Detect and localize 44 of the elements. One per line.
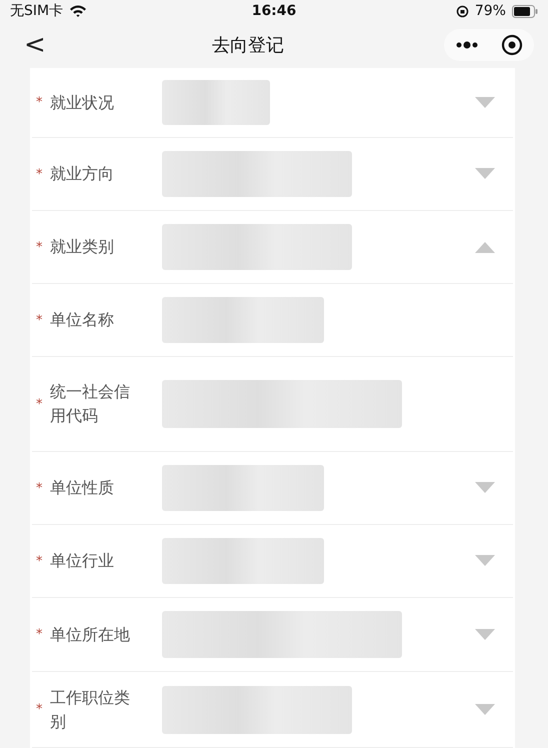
field-label: 单位行业 bbox=[50, 550, 115, 572]
caret-down-icon[interactable] bbox=[475, 555, 495, 567]
required-mark: * bbox=[36, 627, 44, 642]
required-mark: * bbox=[36, 480, 44, 496]
caret-down-icon[interactable] bbox=[475, 96, 495, 108]
required-mark: * bbox=[36, 166, 44, 182]
field-label: 单位名称 bbox=[50, 309, 115, 331]
blurred-value[interactable] bbox=[162, 538, 324, 584]
required-mark: * bbox=[36, 702, 44, 717]
close-icon[interactable] bbox=[500, 34, 523, 56]
field-label: 单位性质 bbox=[50, 477, 115, 499]
field-label: 统一社会信用代码 bbox=[50, 381, 131, 427]
field-label: 就业类别 bbox=[50, 236, 115, 258]
page-title: 去向登记 bbox=[212, 34, 284, 57]
blurred-value[interactable] bbox=[162, 80, 270, 125]
rotation-lock-icon bbox=[456, 4, 469, 18]
caret-down-icon[interactable] bbox=[475, 168, 495, 180]
caret-up-icon[interactable] bbox=[475, 241, 495, 253]
field-label: 单位所在地 bbox=[50, 624, 131, 646]
required-mark: * bbox=[36, 95, 44, 110]
blurred-value[interactable] bbox=[162, 380, 402, 428]
required-mark: * bbox=[36, 312, 44, 328]
required-mark: * bbox=[36, 396, 44, 412]
blurred-value[interactable] bbox=[162, 224, 352, 270]
blurred-value[interactable] bbox=[162, 150, 352, 198]
caret-down-icon[interactable] bbox=[475, 704, 495, 716]
field-label: 工作职位类别 bbox=[50, 686, 131, 732]
more-icon[interactable] bbox=[454, 41, 479, 49]
wifi-icon bbox=[69, 4, 88, 18]
clock-time: 16:46 bbox=[252, 3, 296, 19]
back-button[interactable]: < bbox=[18, 32, 52, 58]
required-mark: * bbox=[36, 554, 44, 568]
field-label: 就业方向 bbox=[50, 163, 115, 185]
blurred-value[interactable] bbox=[162, 611, 402, 658]
carrier-text: 无SIM卡 bbox=[10, 2, 64, 20]
blurred-value[interactable] bbox=[162, 296, 324, 344]
battery-icon bbox=[512, 4, 538, 18]
required-mark: * bbox=[36, 240, 44, 254]
caret-down-icon[interactable] bbox=[475, 482, 495, 494]
blurred-value[interactable] bbox=[162, 686, 352, 734]
field-label: 就业状况 bbox=[50, 92, 115, 114]
blurred-value[interactable] bbox=[162, 464, 324, 512]
caret-down-icon[interactable] bbox=[475, 628, 495, 640]
battery-percent: 79% bbox=[474, 3, 506, 19]
